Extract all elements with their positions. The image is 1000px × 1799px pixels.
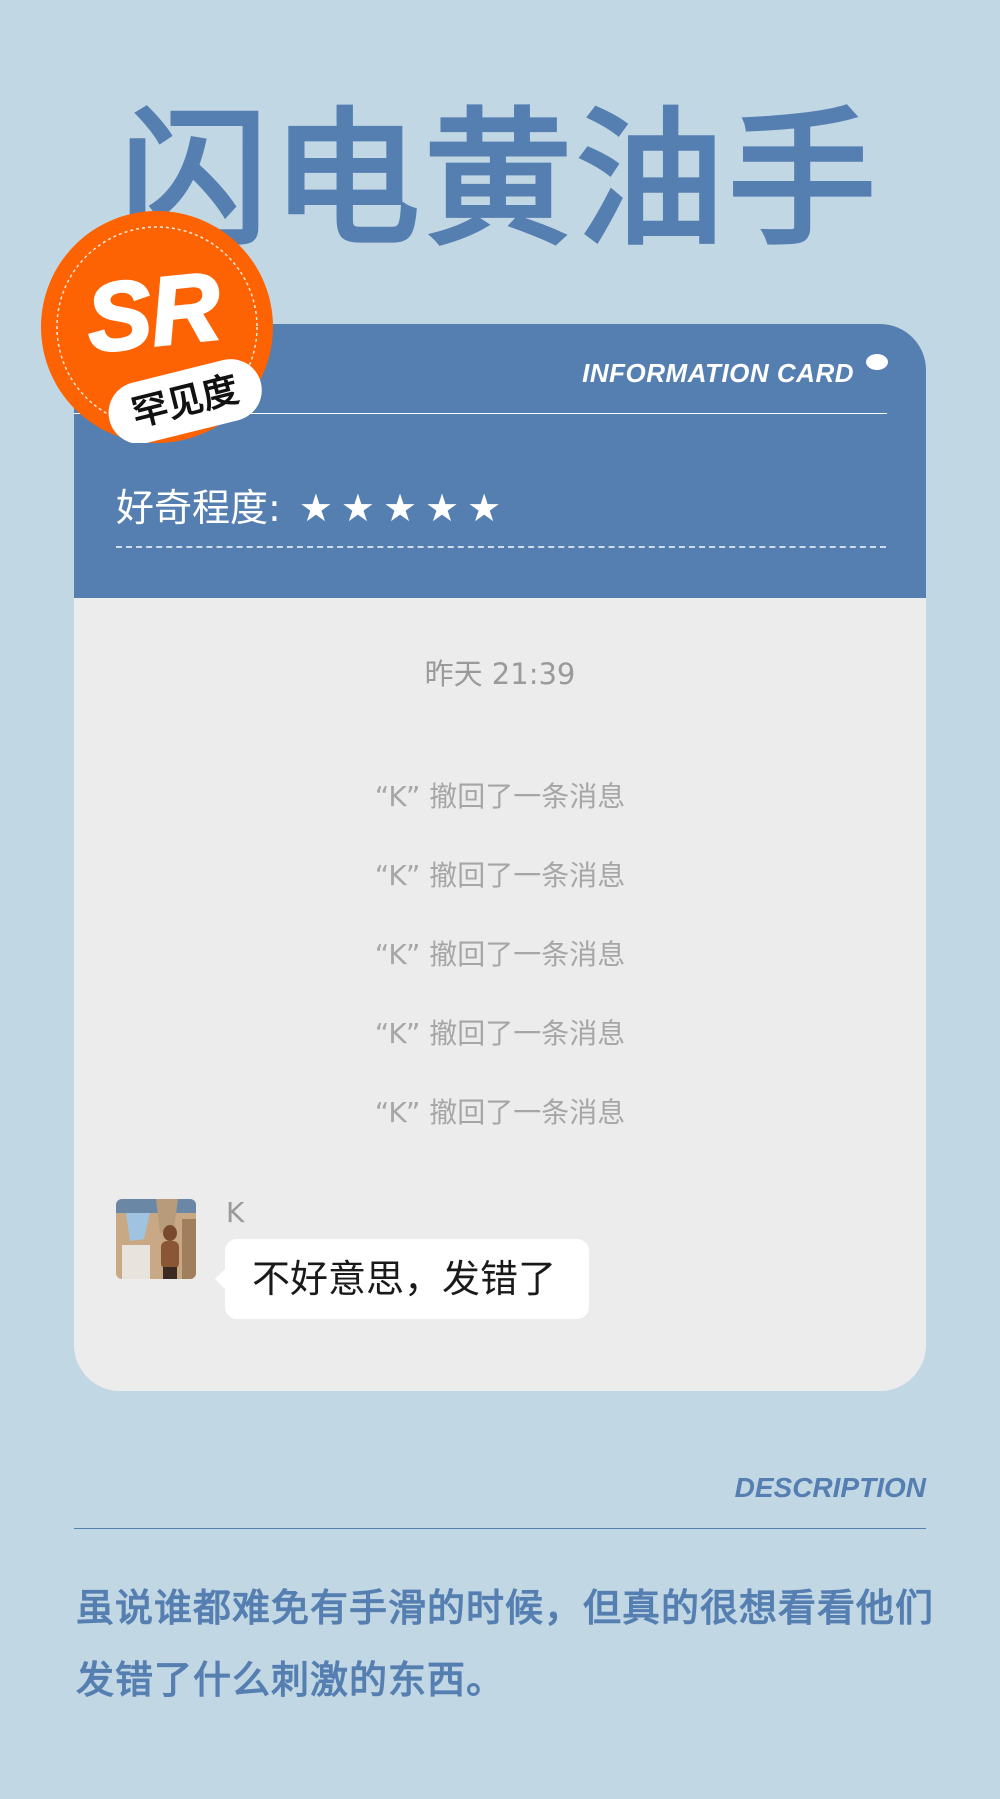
information-card: INFORMATION CARD 好奇程度: ★★★★★ 昨天 21:39 “K”… — [74, 324, 926, 1391]
recalled-message-notice: “K” 撤回了一条消息 — [374, 859, 626, 892]
recalled-message-notice: “K” 撤回了一条消息 — [374, 1096, 626, 1129]
message-text: 不好意思，发错了 — [252, 1257, 557, 1301]
star-rating-icon: ★★★★★ — [298, 486, 510, 530]
header-dashed-divider — [116, 546, 886, 548]
message-bubble[interactable]: 不好意思，发错了 — [215, 1239, 589, 1319]
recalled-message-notice: “K” 撤回了一条消息 — [374, 780, 626, 813]
information-card-label: INFORMATION CARD — [582, 358, 854, 388]
description-divider — [74, 1528, 926, 1529]
sr-rarity-badge: SR 罕见度 — [41, 211, 273, 443]
chat-timestamp: 昨天 21:39 — [424, 657, 576, 691]
description-text: 虽说谁都难免有手滑的时候，但真的很想看看他们发错了什么刺激的东西。 — [76, 1586, 935, 1702]
pin-dot-icon — [866, 354, 888, 370]
curiosity-label: 好奇程度: — [116, 486, 281, 530]
recalled-message-notice: “K” 撤回了一条消息 — [374, 938, 626, 971]
description-label: DESCRIPTION — [734, 1472, 926, 1503]
avatar[interactable] — [116, 1199, 196, 1279]
badge-grade: SR — [82, 253, 226, 373]
sender-name: K — [226, 1196, 245, 1229]
recalled-message-notice: “K” 撤回了一条消息 — [374, 1017, 626, 1050]
curiosity-rating: 好奇程度: ★★★★★ — [116, 484, 509, 532]
